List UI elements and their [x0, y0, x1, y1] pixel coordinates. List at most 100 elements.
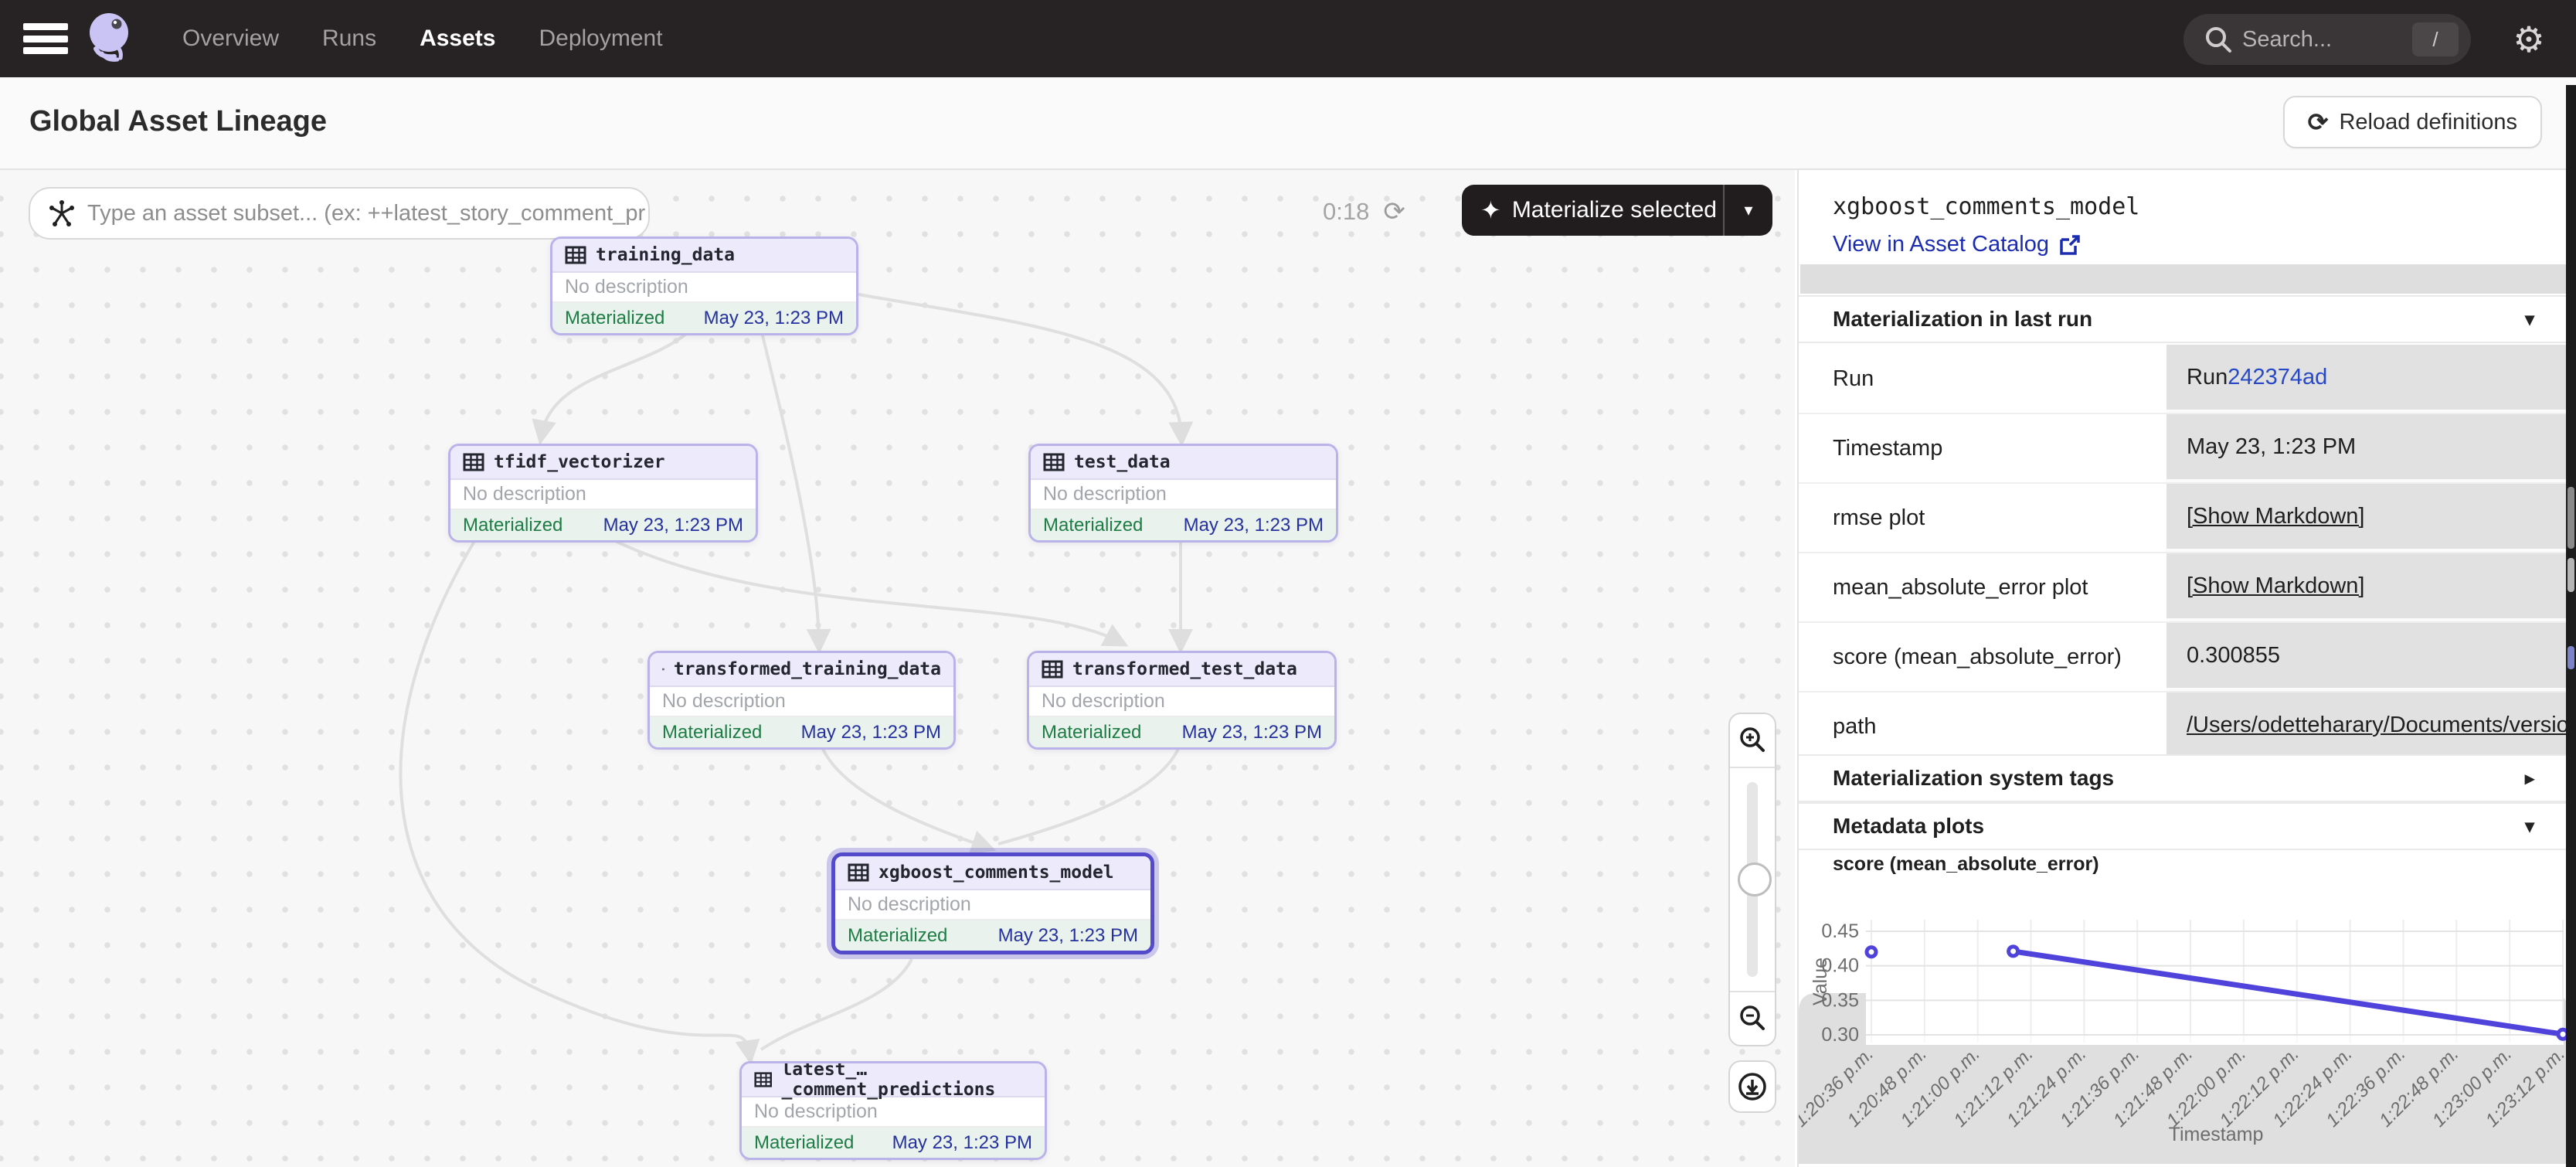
metadata-table: Run Run 242374ad Timestamp May 23, 1:23 … — [1799, 345, 2568, 762]
download-graph-button[interactable] — [1728, 1060, 1776, 1113]
materialize-selected-button[interactable]: ✦ Materialize selected ▾ — [1462, 185, 1772, 236]
zoom-slider-thumb[interactable] — [1738, 862, 1772, 897]
y-tick-label: 0.30 — [1821, 1024, 1859, 1046]
data-point[interactable] — [1867, 948, 1876, 957]
top-nav-bar: Overview Runs Assets Deployment Search... /… — [0, 0, 2576, 77]
metadata-row: score (mean_absolute_error) 0.300855 — [1799, 623, 2568, 692]
metadata-value: 0.300855 — [2166, 623, 2568, 691]
nav-tab-overview[interactable]: Overview — [182, 26, 279, 52]
data-point[interactable] — [2009, 947, 2018, 956]
refresh-timer: 0:18 ⟳ — [1323, 187, 1405, 236]
asset-details-panel: xgboost_comments_model View in Asset Cat… — [1797, 170, 2568, 1167]
materialized-status: Materialized — [463, 515, 562, 536]
zoom-out-button[interactable] — [1730, 991, 1775, 1045]
asset-node-test-data[interactable]: test_data No description Materialized Ma… — [1028, 444, 1338, 543]
window-right-scrollbar[interactable] — [2566, 85, 2576, 1167]
asset-node-transformed-test-data[interactable]: transformed_test_data No description Mat… — [1027, 651, 1337, 750]
scrollbar-thumb[interactable] — [2568, 646, 2574, 669]
metadata-row: rmse plot [Show Markdown] — [1799, 484, 2568, 553]
table-icon — [463, 453, 484, 471]
catalog-link-label: View in Asset Catalog — [1833, 232, 2049, 257]
nav-tab-assets[interactable]: Assets — [420, 26, 495, 52]
materialized-status: Materialized — [754, 1132, 854, 1154]
scrollbar-thumb[interactable] — [2568, 558, 2574, 592]
edge-transformed-training-xgboost — [821, 743, 986, 847]
x-axis-title: Timestamp — [2169, 1124, 2264, 1145]
page-header: Global Asset Lineage ⟳ Reload definition… — [0, 77, 2576, 170]
scrollbar-thumb[interactable] — [2568, 487, 2574, 549]
download-icon — [1736, 1070, 1769, 1103]
section-materialization-in-last-run[interactable]: Materialization in last run ▾ — [1799, 295, 2568, 343]
zoom-in-button[interactable] — [1730, 714, 1775, 768]
table-icon — [848, 863, 869, 882]
search-shortcut-badge: / — [2412, 22, 2459, 56]
page-title: Global Asset Lineage — [29, 105, 327, 138]
asset-node-training-data[interactable]: training_data No description Materialize… — [550, 236, 858, 335]
asset-name: xgboost_comments_model — [878, 862, 1114, 883]
asset-name: transformed_test_data — [1072, 659, 1297, 679]
asset-node-footer: Materialized May 23, 1:23 PM — [742, 1128, 1045, 1158]
table-icon — [1043, 453, 1065, 471]
metadata-link[interactable]: [Show Markdown] — [2187, 504, 2365, 529]
run-id-link[interactable]: 242374ad — [2228, 365, 2327, 390]
asset-filter-input[interactable]: Type an asset subset... (ex: ++latest_st… — [29, 187, 650, 240]
section-materialization-system-tags[interactable]: Materialization system tags ▸ — [1799, 754, 2568, 802]
metadata-link[interactable]: [Show Markdown] — [2187, 573, 2365, 599]
dagster-logo-icon[interactable] — [85, 12, 136, 66]
asset-node-header: tfidf_vectorizer — [450, 446, 756, 480]
hamburger-menu-icon[interactable] — [23, 23, 68, 54]
metadata-label: score (mean_absolute_error) — [1799, 623, 2166, 691]
materialized-timestamp: May 23, 1:23 PM — [704, 308, 844, 329]
table-icon — [565, 246, 586, 264]
asset-name: latest_…_comment_predictions — [781, 1061, 1032, 1100]
materialized-status: Materialized — [1043, 515, 1143, 536]
edge-tfidf-latest — [400, 539, 749, 1054]
asset-name: test_data — [1074, 452, 1171, 472]
timer-value: 0:18 — [1323, 198, 1369, 226]
refresh-icon[interactable]: ⟳ — [1383, 196, 1405, 227]
asset-node-header: transformed_training_data — [650, 653, 953, 687]
asset-node-footer: Materialized May 23, 1:23 PM — [450, 510, 756, 540]
asset-node-header: latest_…_comment_predictions — [742, 1063, 1045, 1097]
metadata-value: [Show Markdown] — [2166, 484, 2568, 552]
materialized-timestamp: May 23, 1:23 PM — [801, 722, 941, 743]
materialized-timestamp: May 23, 1:23 PM — [892, 1132, 1032, 1154]
section-metadata-plots[interactable]: Metadata plots ▾ — [1799, 802, 2568, 850]
zoom-slider[interactable] — [1730, 768, 1775, 991]
asset-node-footer: Materialized May 23, 1:23 PM — [650, 717, 953, 747]
asset-description: No description — [742, 1097, 1045, 1128]
materialize-selected-label: Materialize selected — [1512, 197, 1717, 223]
metadata-row: Timestamp May 23, 1:23 PM — [1799, 414, 2568, 484]
section-label: Metadata plots — [1833, 814, 1984, 839]
materialize-dropdown-caret[interactable]: ▾ — [1725, 200, 1772, 220]
materialized-status: Materialized — [848, 925, 947, 947]
asset-node-footer: Materialized May 23, 1:23 PM — [1029, 717, 1334, 747]
asset-node-footer: Materialized May 23, 1:23 PM — [1031, 510, 1336, 540]
metadata-link[interactable]: /Users/odetteharary/Documents/version — [2187, 713, 2568, 738]
edge-training-transformed-training — [761, 329, 819, 643]
settings-gear-icon[interactable]: ⚙ — [2510, 20, 2548, 59]
nav-tab-runs[interactable]: Runs — [322, 26, 376, 52]
asset-node-header: training_data — [552, 239, 856, 273]
asset-node-tfidf-vectorizer[interactable]: tfidf_vectorizer No description Material… — [448, 444, 758, 543]
section-label: Materialization in last run — [1833, 307, 2092, 332]
asset-node-transformed-training-data[interactable]: transformed_training_data No description… — [647, 651, 956, 750]
reload-definitions-button[interactable]: ⟳ Reload definitions — [2283, 96, 2542, 148]
op-selector-icon — [47, 199, 76, 228]
metadata-label: Run — [1799, 345, 2166, 413]
panel-horizontal-scrollbar[interactable] — [1800, 264, 2567, 294]
asset-node-xgboost-comments-model[interactable]: xgboost_comments_model No description Ma… — [831, 852, 1154, 954]
nav-tab-deployment[interactable]: Deployment — [539, 26, 662, 52]
edge-training-tfidf — [542, 329, 692, 434]
asset-node-latest-comment-predictions[interactable]: latest_…_comment_predictions No descript… — [739, 1061, 1047, 1160]
asset-description: No description — [1029, 687, 1334, 717]
search-input[interactable]: Search... / — [2183, 14, 2471, 65]
score-line-chart: 1:20:36 p.m.1:20:48 p.m.1:21:00 p.m.1:21… — [1799, 881, 2568, 1167]
edge-tfidf-transformed-test — [610, 539, 1119, 641]
materialized-timestamp: May 23, 1:23 PM — [1184, 515, 1324, 536]
zoom-in-icon — [1737, 725, 1768, 756]
asset-description: No description — [650, 687, 953, 717]
asset-lineage-graph[interactable]: Type an asset subset... (ex: ++latest_st… — [0, 170, 1795, 1167]
view-in-asset-catalog-link[interactable]: View in Asset Catalog — [1833, 232, 2082, 257]
asset-description: No description — [835, 890, 1150, 920]
